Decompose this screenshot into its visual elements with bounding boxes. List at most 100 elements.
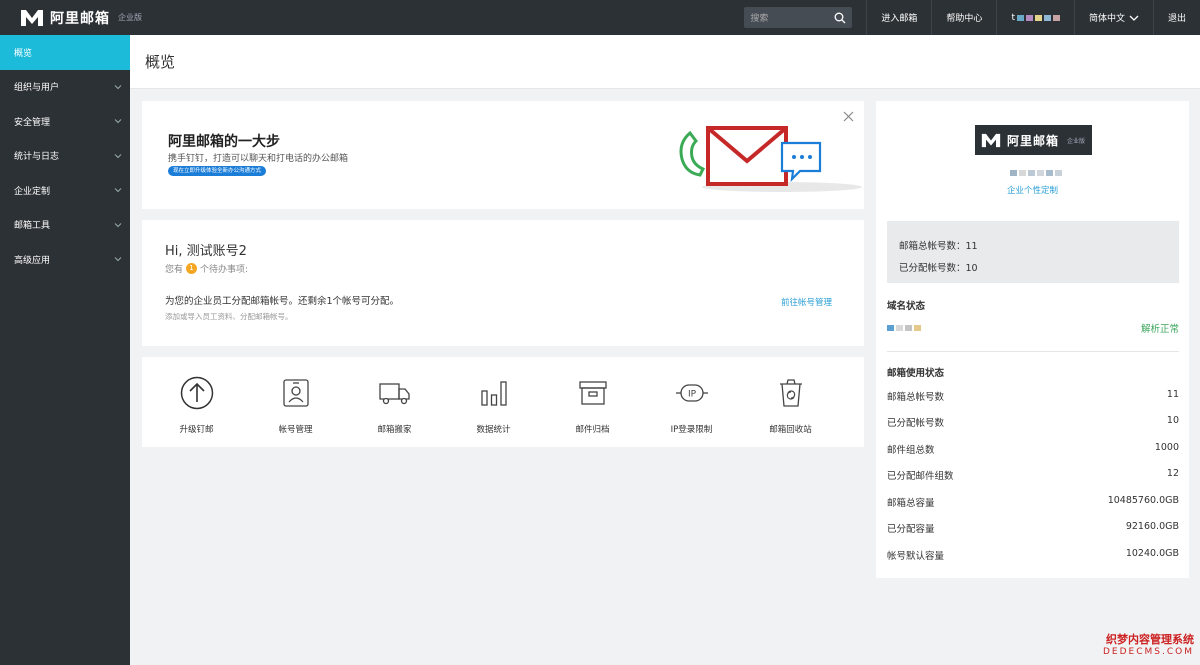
sidebar-item-label: 企业定制 (14, 186, 51, 197)
usage-label: 已分配容量 (887, 524, 935, 535)
domain-row: 解析正常 (887, 321, 1179, 335)
domain-pixel (905, 325, 912, 331)
banner-title: 阿里邮箱的一大步 (168, 134, 280, 150)
account-panel: 阿里邮箱 企业版 企业个性定制 邮箱总帐号数：11 已分配帐号数：10 域名状态… (876, 101, 1189, 578)
usage-label: 已分配帐号数 (887, 418, 945, 429)
sidebar-item-advanced[interactable]: 高级应用 (0, 242, 130, 277)
usage-label: 帐号默认容量 (887, 551, 945, 562)
truck-icon (378, 383, 410, 405)
language-select[interactable]: 简体中文 (1073, 0, 1153, 35)
tool-recycle-bin[interactable]: 邮箱回收站 (741, 357, 840, 447)
customize-link[interactable]: 企业个性定制 (876, 184, 1189, 196)
sidebar-item-label: 组织与用户 (14, 83, 60, 94)
sidebar-item-label: 邮箱工具 (14, 221, 51, 232)
name-pixel (1019, 170, 1026, 176)
domain-pixel (896, 325, 903, 331)
search-icon[interactable] (834, 12, 846, 24)
company-logo: 阿里邮箱 企业版 (975, 125, 1092, 155)
mail-chat-illustration (679, 126, 862, 192)
archive-icon (578, 381, 607, 405)
tool-mail-migration[interactable]: 邮箱搬家 (345, 357, 444, 447)
tool-label: 升级钉邮 (179, 425, 214, 435)
chevron-down-icon (114, 257, 122, 262)
avatar-pixel (1016, 14, 1024, 21)
sidebar-item-security[interactable]: 安全管理 (0, 104, 130, 139)
sidebar-item-label: 安全管理 (14, 117, 51, 128)
domain-name (887, 325, 921, 331)
usage-value: 12 (1166, 468, 1179, 479)
domain-pixel (914, 325, 921, 331)
help-center-link[interactable]: 帮助中心 (931, 0, 996, 35)
usage-value: 1000 (1154, 442, 1179, 453)
todo-suffix: 个待办事项: (200, 265, 249, 275)
app-logo[interactable]: 阿里邮箱 企业版 (0, 0, 300, 35)
usage-row: 邮件组总数 1000 (887, 442, 1179, 456)
chevron-down-icon (1129, 15, 1139, 21)
account-management-link[interactable]: 前往帐号管理 (781, 296, 832, 308)
sidebar-item-overview[interactable]: 概览 (0, 35, 130, 70)
greeting: Hi, 测试账号2 (165, 244, 247, 259)
tool-ip-restriction[interactable]: IP IP登录限制 (642, 357, 741, 447)
banner-cta[interactable]: 现在立即升级体验全新办公沟通方式 (168, 166, 267, 176)
language-label: 简体中文 (1088, 14, 1125, 24)
sidebar-item-mail-tools[interactable]: 邮箱工具 (0, 208, 130, 243)
todo-task: 为您的企业员工分配邮箱帐号。还剩余1个帐号可分配。 (165, 296, 400, 307)
tool-label: 邮箱搬家 (377, 425, 412, 435)
recycle-bin-icon (779, 379, 802, 407)
svg-text:IP: IP (687, 390, 696, 400)
page-header: 概览 (130, 35, 1200, 89)
tool-label: 数据统计 (476, 425, 511, 435)
banner-subtitle: 携手钉钉，打造可以聊天和打电话的办公邮箱 (168, 154, 349, 164)
todo-prefix: 您有 (165, 265, 184, 275)
logout-link[interactable]: 退出 (1152, 0, 1200, 35)
search-input[interactable]: 搜索 (750, 11, 834, 24)
bar-chart-icon (480, 381, 507, 406)
domain-status: 解析正常 (1140, 324, 1179, 335)
logo-m-icon (21, 9, 43, 26)
name-pixel (1046, 170, 1053, 176)
stat-total-accounts: 邮箱总帐号数：11 (899, 241, 978, 252)
name-pixel (1028, 170, 1035, 176)
domain-section-title: 域名状态 (887, 301, 926, 312)
usage-label: 邮箱总帐号数 (887, 392, 945, 403)
sidebar-item-org-users[interactable]: 组织与用户 (0, 70, 130, 105)
tool-mail-archive[interactable]: 邮件归档 (543, 357, 642, 447)
todo-count-badge: 1 (186, 263, 198, 274)
chevron-down-icon (114, 188, 122, 193)
usage-section-title: 邮箱使用状态 (887, 368, 945, 379)
usage-row: 邮箱总帐号数 11 (887, 389, 1179, 403)
name-pixel (1010, 170, 1017, 176)
company-name (1010, 170, 1062, 176)
usage-row: 已分配邮件组数 12 (887, 468, 1179, 482)
name-pixel (1037, 170, 1044, 176)
user-menu[interactable]: t (996, 0, 1074, 35)
tool-data-stats[interactable]: 数据统计 (444, 357, 543, 447)
tool-account-management[interactable]: 帐号管理 (246, 357, 345, 447)
usage-label: 已分配邮件组数 (887, 471, 954, 482)
promo-banner[interactable]: 阿里邮箱的一大步 携手钉钉，打造可以聊天和打电话的办公邮箱 现在立即升级体验全新… (142, 101, 864, 209)
todo-hint: 添加或导入员工资料、分配邮箱帐号。 (165, 312, 293, 321)
logo-m-icon (981, 133, 1001, 147)
name-pixel (1055, 170, 1062, 176)
account-icon (282, 379, 309, 407)
sidebar-item-label: 统计与日志 (14, 152, 60, 163)
sidebar-item-label: 高级应用 (14, 255, 51, 266)
welcome-card: Hi, 测试账号2 您有 1 个待办事项: 为您的企业员工分配邮箱帐号。还剩余1… (142, 220, 864, 346)
tool-label: 邮箱回收站 (769, 425, 812, 435)
sidebar-item-label: 概览 (14, 48, 33, 59)
usage-value: 92160.0GB (1125, 521, 1179, 532)
sidebar-item-customization[interactable]: 企业定制 (0, 173, 130, 208)
user-initial: t (1011, 12, 1015, 23)
enter-mailbox-link[interactable]: 进入邮箱 (866, 0, 931, 35)
sidebar-item-stats-logs[interactable]: 统计与日志 (0, 139, 130, 174)
watermark: 织梦内容管理系统 DEDECMS.COM (1103, 631, 1194, 657)
usage-value: 10 (1166, 415, 1179, 426)
search-box[interactable]: 搜索 (744, 7, 853, 28)
usage-value: 11 (1166, 389, 1179, 400)
tool-upgrade[interactable]: 升级钉邮 (147, 357, 246, 447)
logo-edition: 企业版 (1067, 137, 1086, 145)
ip-icon: IP (675, 384, 708, 402)
tool-label: IP登录限制 (670, 425, 713, 435)
usage-row: 已分配帐号数 10 (887, 415, 1179, 429)
tool-label: 邮件归档 (575, 425, 610, 435)
